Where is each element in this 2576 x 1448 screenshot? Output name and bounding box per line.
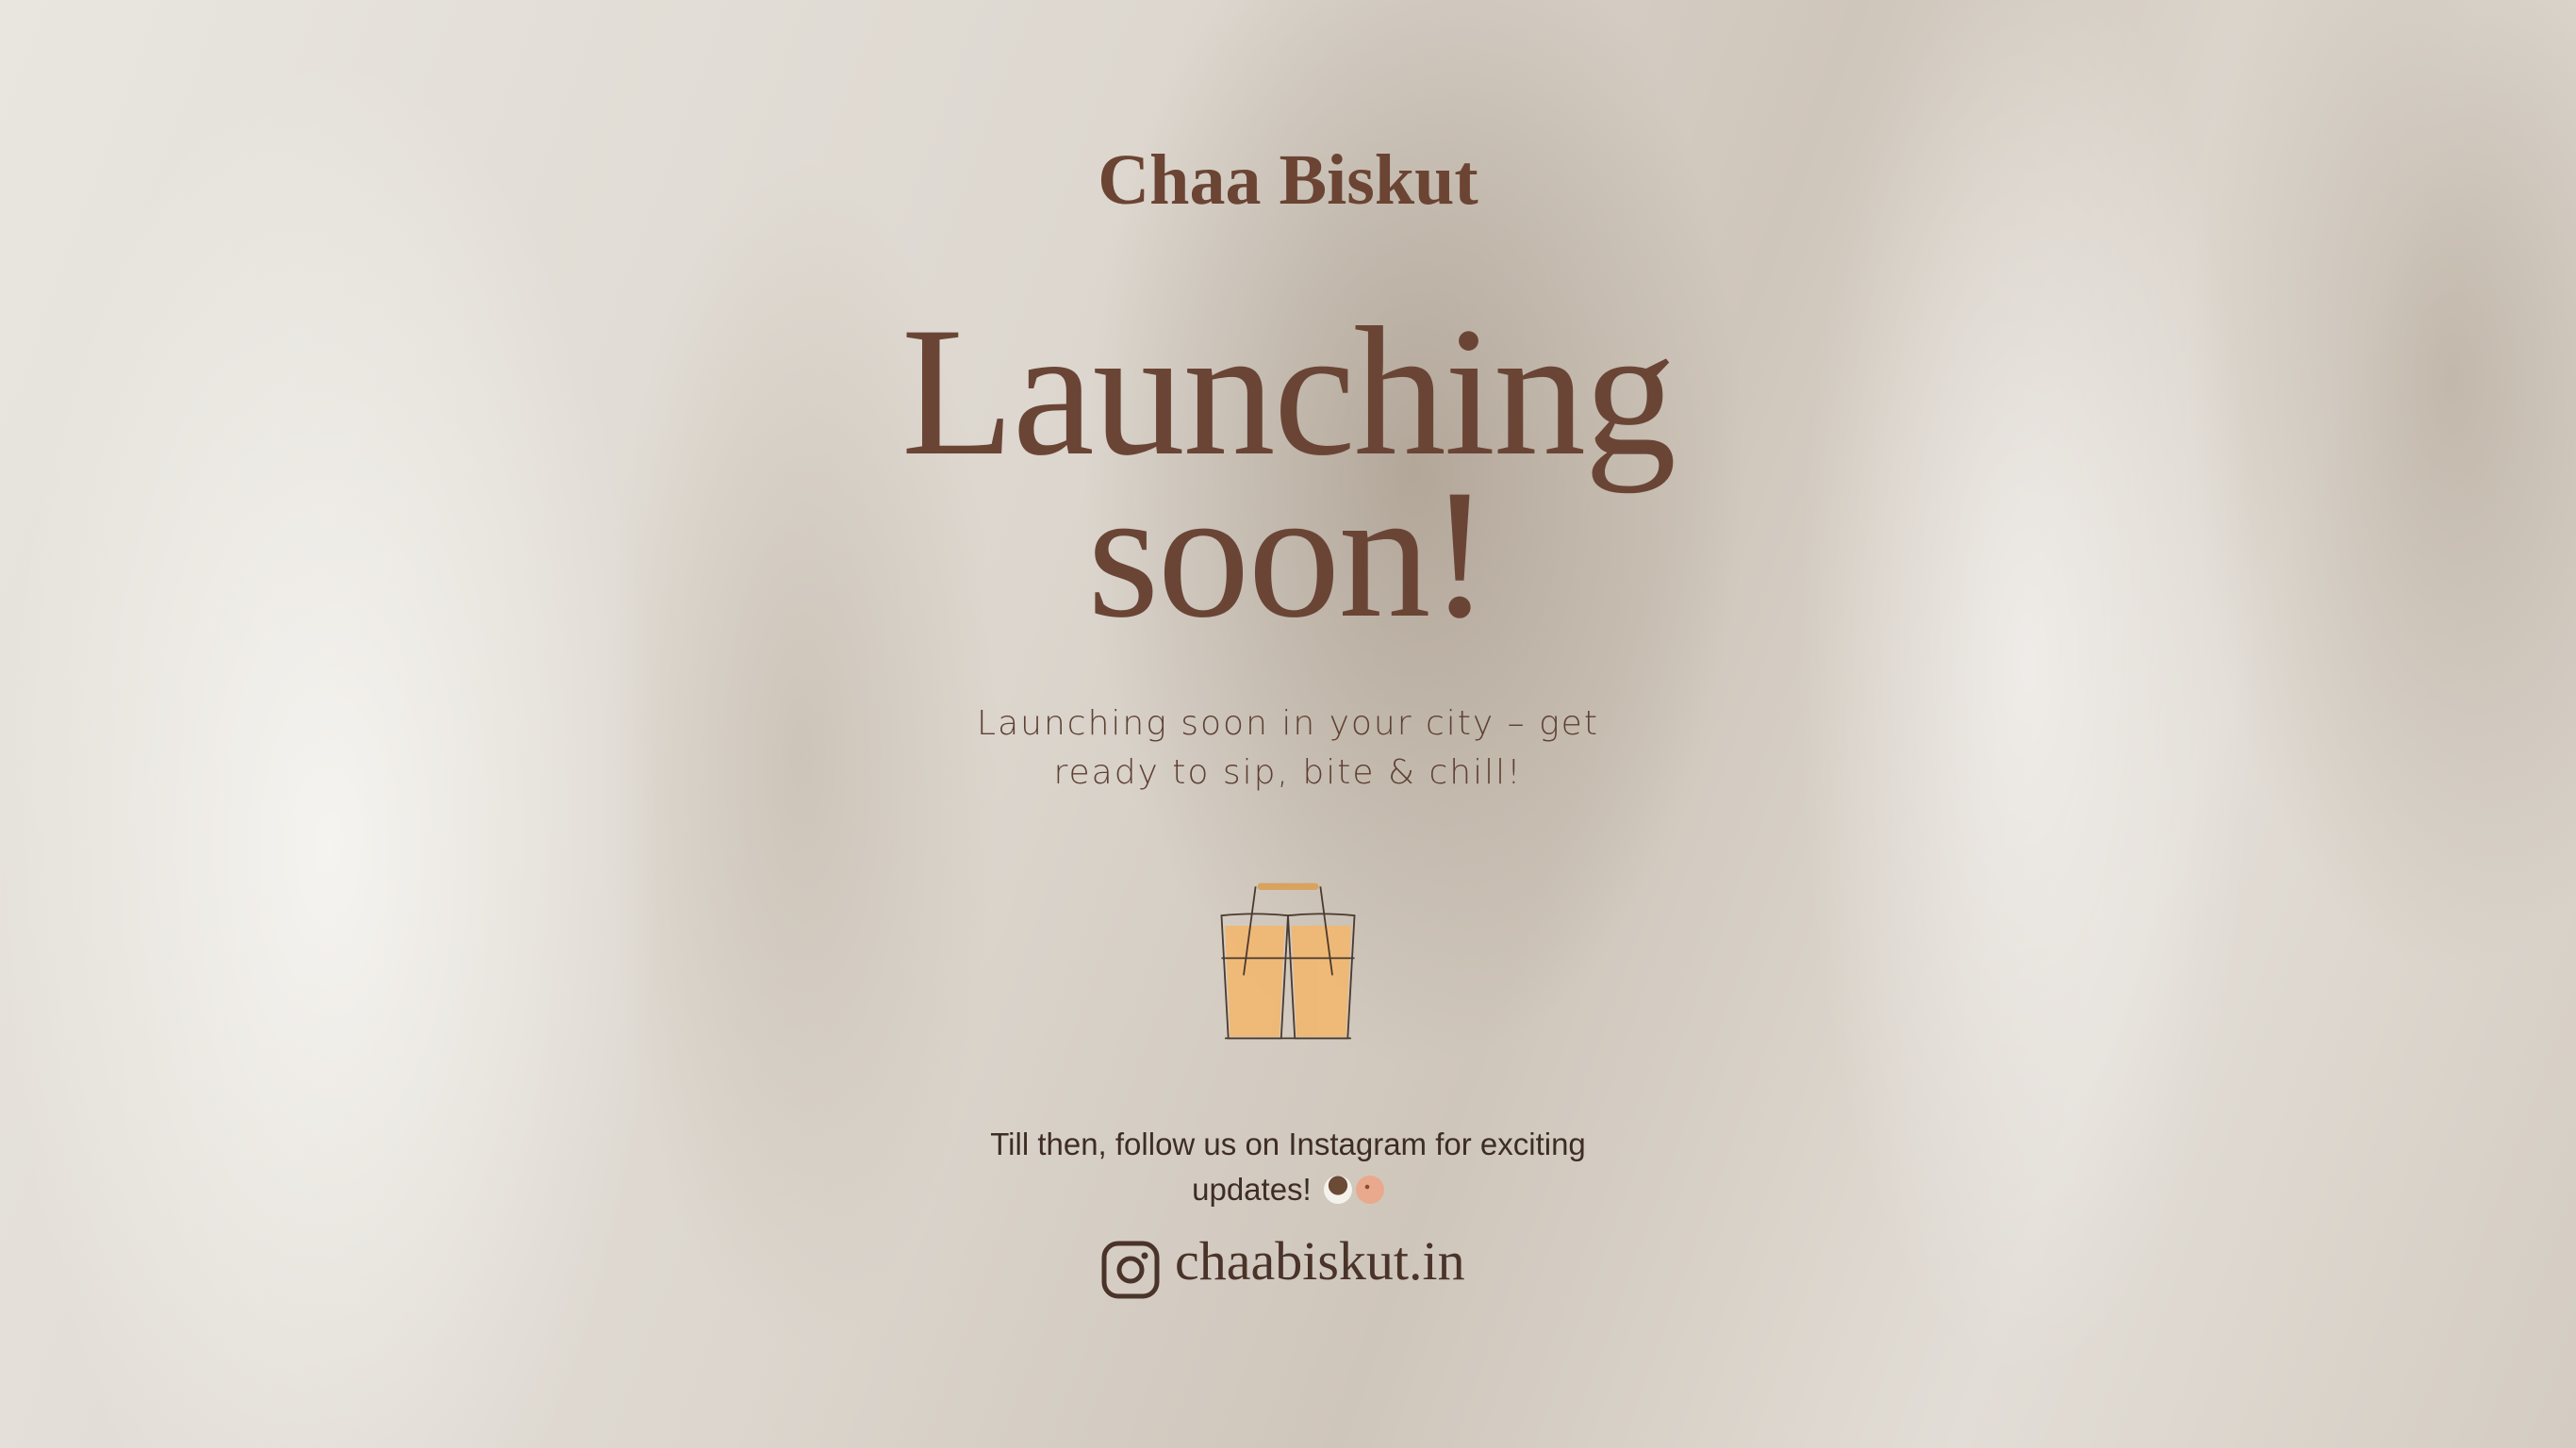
tea-cup-icon bbox=[1323, 1176, 1352, 1204]
follow-text: Till then, follow us on Instagram for ex… bbox=[0, 1122, 2576, 1212]
instagram-handle-link[interactable]: chaabiskut.in bbox=[1175, 1229, 1465, 1292]
chai-glasses-carrier-icon bbox=[1220, 882, 1356, 1040]
follow-line1: Till then, follow us on Instagram for ex… bbox=[990, 1127, 1586, 1161]
headline-line2: soon! bbox=[1087, 452, 1491, 656]
headline-line1: Launching bbox=[900, 289, 1676, 494]
follow-line2: updates! bbox=[1192, 1172, 1312, 1207]
headline: Launching soon! bbox=[0, 289, 2576, 656]
subtitle-line1: Launching soon in your city – get bbox=[977, 704, 1599, 743]
instagram-icon[interactable] bbox=[1101, 1241, 1160, 1299]
subtitle: Launching soon in your city – get ready … bbox=[0, 699, 2576, 798]
cookie-icon bbox=[1355, 1176, 1384, 1204]
brand-title: Chaa Biskut bbox=[1098, 140, 1478, 220]
subtitle-line2: ready to sip, bite & chill! bbox=[1053, 753, 1523, 792]
